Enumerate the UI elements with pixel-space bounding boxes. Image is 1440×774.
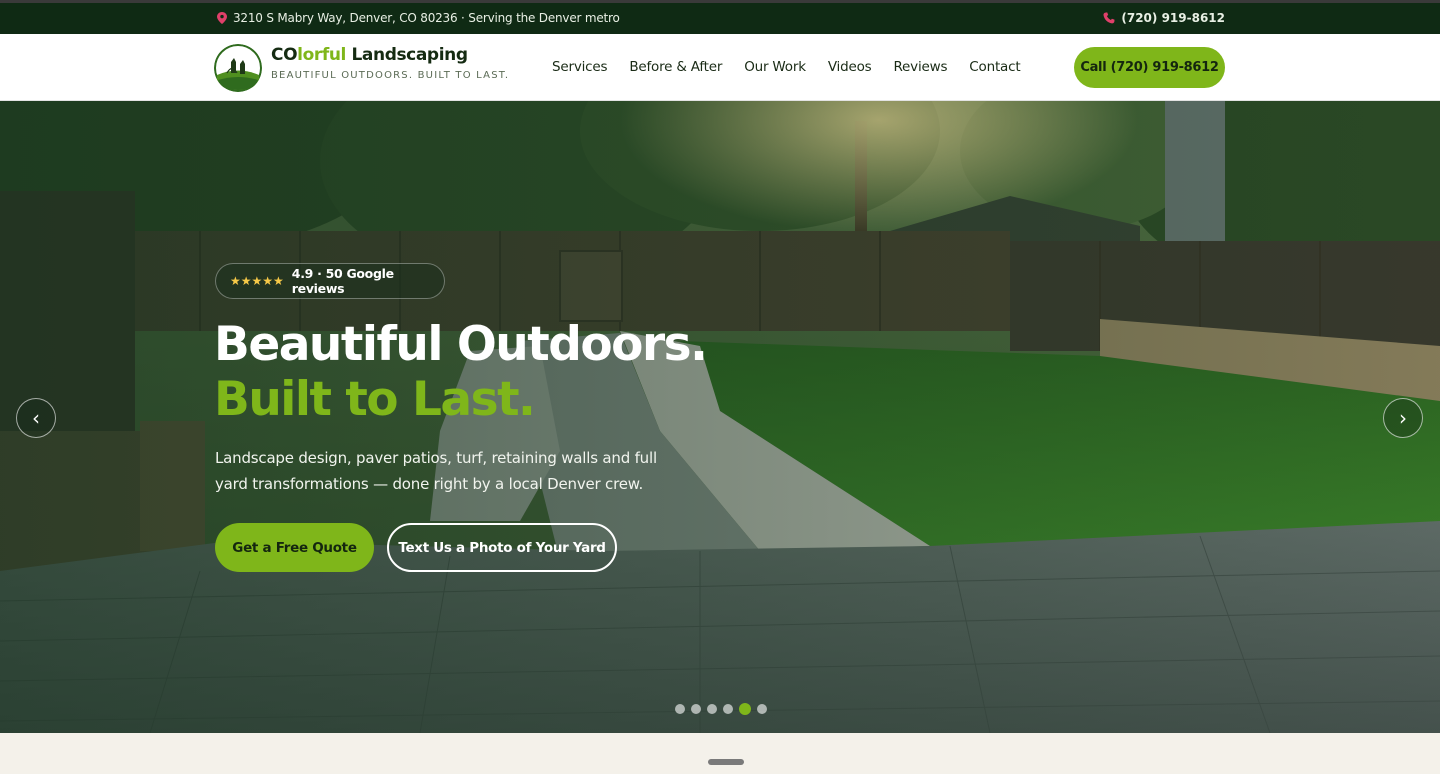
hero-section: ★★★★★ 4.9 · 50 Google reviews Beautiful …: [0, 101, 1440, 733]
next-section-peek: [0, 733, 1440, 774]
main-nav: Services Before & After Our Work Videos …: [552, 59, 1021, 75]
chevron-left-icon: ‹: [32, 406, 40, 430]
free-quote-button[interactable]: Get a Free Quote: [215, 523, 374, 572]
address-text: 3210 S Mabry Way, Denver, CO 80236 · Ser…: [233, 11, 620, 25]
nav-contact[interactable]: Contact: [969, 59, 1020, 75]
brand-block[interactable]: COlorful Landscaping BEAUTIFUL OUTDOORS.…: [271, 45, 509, 81]
carousel-dots: [675, 703, 767, 715]
carousel-dot-4[interactable]: [723, 704, 733, 714]
brand-suffix: Landscaping: [345, 45, 468, 65]
carousel-dot-1[interactable]: [675, 704, 685, 714]
nav-videos[interactable]: Videos: [828, 59, 872, 75]
carousel-dot-6[interactable]: [757, 704, 767, 714]
hero-title: Beautiful Outdoors. Built to Last.: [214, 317, 708, 427]
brand-logo[interactable]: [214, 44, 262, 92]
nav-reviews[interactable]: Reviews: [893, 59, 947, 75]
brand-accent: lorful: [297, 45, 346, 65]
phone-icon: [1103, 12, 1115, 24]
nav-our-work[interactable]: Our Work: [744, 59, 806, 75]
hero-subtitle: Landscape design, paver patios, turf, re…: [215, 449, 657, 493]
logo-emblem-icon: [214, 44, 262, 92]
nav-before-after[interactable]: Before & After: [629, 59, 722, 75]
top-info-bar: 3210 S Mabry Way, Denver, CO 80236 · Ser…: [0, 0, 1440, 34]
hero-title-line1: Beautiful Outdoors.: [214, 317, 708, 372]
site-header: COlorful Landscaping BEAUTIFUL OUTDOORS.…: [0, 34, 1440, 101]
carousel-dot-2[interactable]: [691, 704, 701, 714]
call-button[interactable]: Call (720) 919-8612: [1074, 47, 1225, 88]
scroll-handle[interactable]: [708, 759, 744, 765]
carousel-dot-5[interactable]: [739, 703, 751, 715]
brand-prefix: CO: [271, 45, 298, 65]
text-photo-button[interactable]: Text Us a Photo of Your Yard: [387, 523, 617, 572]
rating-stars-icon: ★★★★★: [230, 274, 284, 288]
top-phone-link[interactable]: (720) 919-8612: [1103, 11, 1225, 25]
google-rating-badge[interactable]: ★★★★★ 4.9 · 50 Google reviews: [215, 263, 445, 299]
rating-text: 4.9 · 50 Google reviews: [291, 266, 394, 296]
hero-title-line2: Built to Last.: [214, 372, 536, 427]
nav-services[interactable]: Services: [552, 59, 608, 75]
map-pin-icon: [217, 12, 227, 24]
address-block: 3210 S Mabry Way, Denver, CO 80236 · Ser…: [217, 11, 620, 25]
brand-tagline: BEAUTIFUL OUTDOORS. BUILT TO LAST.: [271, 70, 510, 81]
chevron-right-icon: ›: [1399, 406, 1407, 430]
carousel-dot-3[interactable]: [707, 704, 717, 714]
brand-name: COlorful Landscaping: [271, 45, 509, 65]
top-phone-text[interactable]: (720) 919-8612: [1121, 11, 1225, 25]
carousel-prev-button[interactable]: ‹: [16, 398, 56, 438]
carousel-next-button[interactable]: ›: [1383, 398, 1423, 438]
